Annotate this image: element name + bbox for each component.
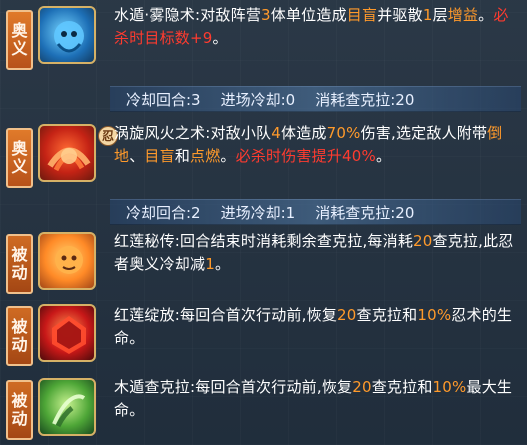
chakra-cost: 消耗查克拉:20 xyxy=(315,91,415,109)
skill-text-segment: 查克拉和 xyxy=(371,378,433,396)
red-lotus-bloom-icon[interactable] xyxy=(38,304,96,362)
skill-text-segment: 伤害,选定敌人附带 xyxy=(360,124,488,142)
skill-text-segment: 层 xyxy=(432,6,448,24)
skill-text-segment: 点燃 xyxy=(190,147,221,165)
skill-type-badge: 被动 xyxy=(6,306,33,366)
skill-text-segment: 20 xyxy=(413,232,433,250)
cooldown-bar-1: 冷却回合:3 进场冷却:0 消耗查克拉:20 xyxy=(110,86,521,112)
skill-text-segment: 70% xyxy=(326,124,361,142)
skill-type-badge: 被动 xyxy=(6,234,33,294)
skill-text-segment: 。 xyxy=(375,147,392,165)
red-lotus-bloom-illustration xyxy=(52,316,86,354)
skill-text-segment: 10% xyxy=(417,306,452,324)
skill-row-4[interactable]: 被动 红莲绽放:每回合首次行动前,恢复20查克拉和10%忍术的生命。 xyxy=(0,302,527,366)
fire-vortex-illustration xyxy=(47,147,91,172)
skill-text-segment: 10% xyxy=(432,378,467,396)
enter-cooldown: 进场冷却:0 xyxy=(220,91,296,109)
skill-description-5: 木遁查克拉:每回合首次行动前,恢复20查克拉和10%最大生命。 xyxy=(114,376,517,422)
skill-text-segment: 。 xyxy=(214,255,231,273)
skill-text-segment: 1 xyxy=(205,255,215,273)
skill-text-segment: 20 xyxy=(352,378,372,396)
fire-vortex-icon[interactable] xyxy=(38,124,96,182)
skill-text-segment: 20 xyxy=(337,306,357,324)
skill-type-badge: 奥义 xyxy=(6,10,33,70)
red-lotus-secret-illustration xyxy=(55,246,83,274)
skill-text-segment: 并驱散 xyxy=(377,6,423,24)
skill-text-segment: 和 xyxy=(174,147,191,165)
skill-text-segment: 涡旋风火之术:对敌小队 xyxy=(114,124,272,142)
skill-text-segment: 。 xyxy=(478,6,494,24)
skill-description-3: 红莲秘传:回合结束时消耗剩余查克拉,每消耗20查克拉,此忍者奥义冷却减1。 xyxy=(114,230,517,276)
skill-text-segment: 。 xyxy=(220,147,236,165)
skill-text-segment: 4 xyxy=(271,124,282,142)
red-lotus-secret-icon[interactable] xyxy=(38,232,96,290)
skill-description-2: 涡旋风火之术:对敌小队4体造成70%伤害,选定敌人附带倒地、目盲和点燃。必杀时伤… xyxy=(114,122,517,168)
skill-description-1: 水遁·雾隐术:对敌阵营3体单位造成目盲并驱散1层增益。必杀时目标数+9。 xyxy=(114,4,517,50)
water-ninja-illustration xyxy=(54,21,84,53)
skill-text-segment: 查克拉和 xyxy=(356,306,418,324)
skill-text-segment: 增益 xyxy=(447,6,479,24)
skill-text-segment: 红莲秘传:回合结束时消耗剩余查克拉,每消耗 xyxy=(114,232,414,250)
wood-release-icon[interactable] xyxy=(38,378,96,436)
chakra-cost: 消耗查克拉:20 xyxy=(315,204,415,222)
skill-text-segment: 必杀时伤害提升40% xyxy=(235,147,376,165)
wood-release-illustration xyxy=(52,394,86,428)
cooldown-round: 冷却回合:2 xyxy=(126,204,201,222)
skill-type-badge: 奥义 xyxy=(6,128,33,188)
skill-type-badge: 被动 xyxy=(6,380,33,440)
skill-text-segment: 目盲 xyxy=(346,6,378,24)
skill-row-1[interactable]: 奥义 水遁·雾隐术:对敌阵营3体单位造成目盲并驱散1层增益。必杀时目标数+9。 xyxy=(0,0,527,82)
skill-text-segment: 体造成 xyxy=(281,124,327,142)
skill-text-segment: 。 xyxy=(212,29,228,47)
cooldown-round: 冷却回合:3 xyxy=(126,91,201,109)
skill-text-segment: 目盲 xyxy=(144,147,175,165)
cooldown-bar-2: 冷却回合:2 进场冷却:1 消耗查克拉:20 xyxy=(110,199,521,225)
skill-text-segment: 1 xyxy=(422,6,433,24)
enter-cooldown: 进场冷却:1 xyxy=(220,204,296,222)
skill-description-4: 红莲绽放:每回合首次行动前,恢复20查克拉和10%忍术的生命。 xyxy=(114,304,517,350)
skill-text-segment: 木遁查克拉:每回合首次行动前,恢复 xyxy=(114,378,353,396)
skill-text-segment: 红莲绽放:每回合首次行动前,恢复 xyxy=(114,306,338,324)
skill-text-segment: 、 xyxy=(129,147,145,165)
skill-row-2[interactable]: 奥义 忍 涡旋风火之术:对敌小队4体造成70%伤害,选定敌人附带倒地、目盲和点燃… xyxy=(0,116,527,196)
skill-text-segment: 3 xyxy=(261,6,271,24)
skill-row-3[interactable]: 被动 红莲秘传:回合结束时消耗剩余查克拉,每消耗20查克拉,此忍者奥义冷却减1。 xyxy=(0,228,527,298)
skill-text-segment: 体单位造成 xyxy=(270,6,347,24)
skill-row-5[interactable]: 被动 木遁查克拉:每回合首次行动前,恢复20查克拉和10%最大生命。 xyxy=(0,370,527,440)
skill-text-segment: 水遁·雾隐术:对敌阵营 xyxy=(114,6,262,24)
water-ninja-icon[interactable] xyxy=(38,6,96,64)
